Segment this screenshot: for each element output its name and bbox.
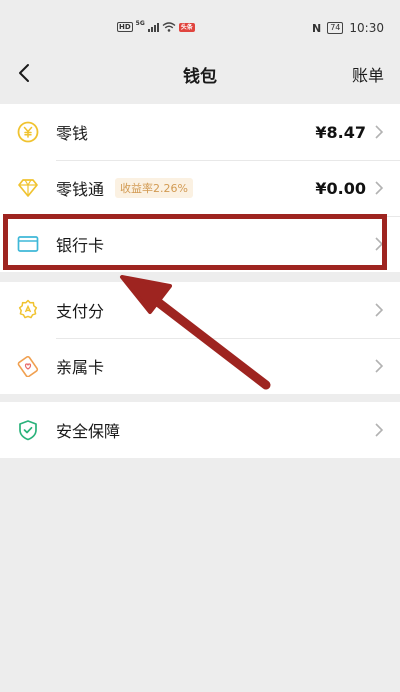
row-pay-score[interactable]: 支付分 (0, 282, 400, 338)
chevron-right-icon (375, 181, 384, 195)
yuan-coin-icon (17, 121, 39, 143)
row-lingqiantong[interactable]: 零钱通 收益率2.26% ¥0.00 (0, 160, 400, 216)
status-right-icons: N 74 10:30 (312, 21, 384, 35)
balance-value: ¥0.00 (315, 178, 366, 198)
network-type: 5G (135, 19, 145, 27)
diamond-icon (18, 179, 38, 197)
row-label: 安全保障 (56, 422, 121, 441)
family-card-icon (17, 355, 39, 377)
hd-indicator: HD (117, 22, 133, 32)
row-label: 亲属卡 (56, 358, 105, 377)
status-time: 10:30 (349, 21, 384, 35)
wallet-section-security: 安全保障 (0, 402, 400, 458)
shield-check-icon (19, 420, 37, 441)
row-label: 支付分 (56, 302, 105, 321)
row-family-card[interactable]: 亲属卡 (0, 338, 400, 394)
highlight-box (3, 214, 387, 270)
nav-bar: 钱包 账单 (0, 48, 400, 98)
pay-score-icon (18, 299, 38, 319)
row-change[interactable]: 零钱 ¥8.47 (0, 104, 400, 160)
chevron-right-icon (375, 423, 384, 437)
yield-badge: 收益率2.26% (115, 178, 193, 198)
wifi-icon (162, 22, 176, 32)
bill-button[interactable]: 账单 (352, 62, 384, 86)
wallet-section-services: 支付分 亲属卡 (0, 282, 400, 394)
status-left-icons: HD 5G 头条 (117, 19, 195, 32)
page-title: 钱包 (183, 67, 217, 87)
status-bar: HD 5G 头条 N 74 10:30 (0, 0, 400, 48)
row-label: 零钱通 (56, 180, 105, 199)
row-security[interactable]: 安全保障 (0, 402, 400, 458)
balance-value: ¥8.47 (315, 122, 366, 142)
chevron-right-icon (375, 125, 384, 139)
nfc-icon: N (312, 21, 322, 35)
notification-badge: 头条 (178, 22, 195, 32)
chevron-right-icon (375, 359, 384, 373)
row-label: 零钱 (56, 124, 89, 143)
chevron-right-icon (375, 303, 384, 317)
battery-icon: 74 (327, 22, 344, 34)
signal-icon (147, 22, 159, 32)
